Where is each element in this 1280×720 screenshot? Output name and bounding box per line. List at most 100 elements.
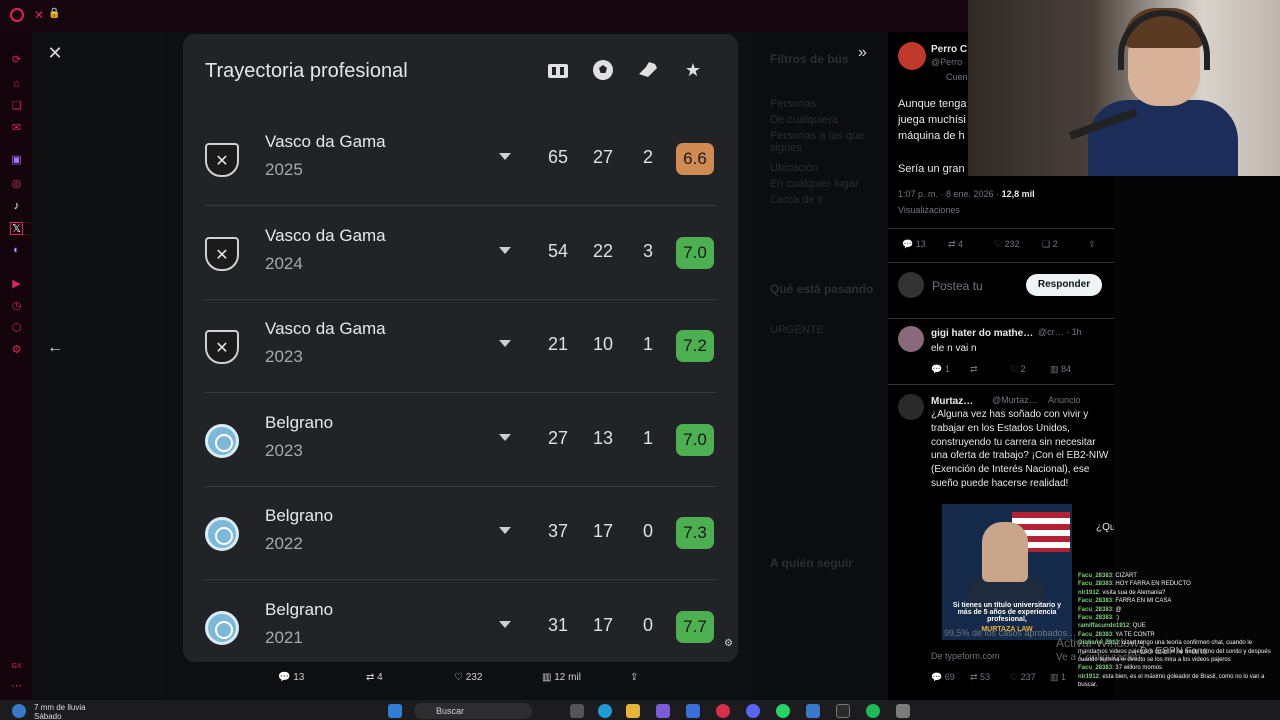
x-twitter-icon[interactable]: 𝕏 — [10, 222, 23, 235]
ad-replies[interactable]: 💬 69 — [931, 672, 955, 683]
taskbar-search[interactable]: Buscar — [414, 703, 532, 719]
like-count[interactable]: ♡ 232 — [454, 672, 482, 683]
career-row[interactable]: Belgrano 2021 31 17 0 7.7 — [183, 581, 738, 662]
settings-icon[interactable]: ⚙ — [10, 344, 23, 357]
opera-gx-icon[interactable] — [716, 704, 730, 718]
tweet-replies[interactable]: 💬 13 — [902, 239, 926, 250]
team-name: Vasco da Gama — [265, 132, 386, 151]
aria-icon[interactable]: ⌂ — [10, 78, 23, 91]
chat-message: nlr1912: visita sua de Alemania? — [1078, 589, 1280, 597]
windows-start-icon[interactable] — [388, 704, 402, 718]
tweet-likes[interactable]: ♡ 232 — [994, 239, 1020, 250]
reply-likes[interactable]: ♡ 2 — [1010, 364, 1026, 375]
chat-text: : 37 willoro momos — [1112, 665, 1163, 672]
reply-count[interactable]: 💬 13 — [278, 672, 304, 683]
expand-caret-icon[interactable] — [499, 433, 511, 441]
settings-app-icon[interactable] — [896, 704, 910, 718]
gx-icon[interactable]: GX — [10, 660, 23, 673]
expand-icon[interactable]: » — [858, 44, 867, 62]
career-row[interactable]: Belgrano 2022 37 17 0 7.3 — [183, 487, 738, 581]
discord-taskbar-icon[interactable] — [746, 704, 760, 718]
author-handle[interactable]: @Perro — [931, 57, 962, 67]
history-icon[interactable]: ◷ — [10, 300, 23, 313]
webcam-shirt — [1088, 100, 1238, 176]
you-follow-option[interactable]: Personas a las que sigues — [770, 130, 888, 154]
tweet-share-icon[interactable]: ⇪ — [1088, 239, 1096, 250]
ad-likes[interactable]: ♡ 237 — [1010, 672, 1036, 683]
reply-avatar[interactable] — [898, 326, 924, 352]
ad-domain[interactable]: De typeform.com — [931, 651, 1000, 661]
file-explorer-icon[interactable] — [626, 704, 640, 718]
team-name: Belgrano — [265, 412, 334, 432]
filters-heading: Filtros de bús — [770, 52, 849, 66]
edge-icon[interactable] — [598, 704, 612, 718]
task-view-icon[interactable] — [570, 704, 584, 718]
season-year: 2022 — [265, 534, 303, 554]
club-crest-icon — [205, 423, 239, 458]
whatsapp-icon[interactable] — [776, 704, 790, 718]
career-row[interactable]: Vasco da Gama 2024 54 22 3 7.0 — [183, 207, 738, 300]
reply-views[interactable]: ▥ 84 — [1050, 364, 1071, 375]
divider — [888, 228, 1114, 229]
settings-gear-icon[interactable]: ⚙ — [724, 638, 733, 649]
reply-replies[interactable]: 💬 1 — [931, 364, 950, 375]
obs-icon[interactable] — [836, 704, 850, 718]
tweet-retweets-value: 4 — [958, 239, 964, 249]
chat-username: Facu_28383 — [1078, 615, 1113, 622]
twitch-icon[interactable]: ▣ — [10, 154, 23, 167]
career-row[interactable]: Vasco da Gama 2023 21 10 1 7.2 — [183, 300, 738, 394]
tweet-text-line4: Sería un gran — [898, 163, 965, 175]
mail-icon[interactable]: ✉ — [10, 122, 23, 135]
reply-retweet-icon[interactable]: ⇄ — [970, 364, 978, 375]
career-row[interactable]: Belgrano 2023 27 13 1 7.0 — [183, 394, 738, 487]
tweet-retweets[interactable]: ⇄ 4 — [948, 239, 963, 250]
reply-input[interactable]: Postea tu — [932, 279, 983, 294]
reply-text: ele n vai n — [931, 343, 977, 354]
player-icon[interactable]: ▶ — [10, 278, 23, 291]
extensions-icon[interactable]: ⬡ — [10, 322, 23, 335]
weather-icon[interactable] — [12, 704, 26, 718]
reply-author[interactable]: gigi hater do mathe… — [931, 326, 1033, 341]
view-count-value: 12 mil — [554, 672, 581, 683]
from-anyone-option[interactable]: De cualquiera — [770, 114, 838, 126]
near-you-option[interactable]: Cerca de ti — [770, 194, 823, 206]
opera-logo-icon[interactable] — [10, 8, 24, 22]
rating-badge: 7.7 — [676, 611, 714, 643]
ad-author[interactable]: Murtaz… — [931, 394, 973, 409]
spotify-icon[interactable] — [866, 704, 880, 718]
ad-retweets[interactable]: ⇄ 53 — [970, 672, 990, 683]
retweet-count[interactable]: ⇄ 4 — [366, 672, 383, 683]
ad-avatar[interactable] — [898, 394, 924, 420]
close-icon[interactable]: ✕ — [46, 44, 64, 62]
back-arrow-icon[interactable]: ← — [46, 339, 64, 357]
tiktok-icon[interactable]: ♪ — [10, 200, 23, 213]
expand-caret-icon[interactable] — [499, 621, 511, 628]
season-year: 2021 — [265, 628, 303, 647]
copilot-icon[interactable] — [656, 704, 670, 718]
author-avatar[interactable] — [898, 42, 926, 70]
more-icon[interactable]: ⋯ — [10, 680, 23, 693]
ad-image[interactable]: Si tienes un título universitario y más … — [942, 504, 1072, 640]
weather-widget[interactable]: 7 mm de lluvia Sábado — [34, 703, 86, 720]
store-icon[interactable] — [686, 704, 700, 718]
reply-button[interactable]: Responder — [1026, 274, 1102, 296]
expand-caret-icon[interactable] — [499, 153, 511, 160]
anywhere-option[interactable]: En cualquier lugar — [770, 178, 859, 190]
instagram-icon[interactable]: ◎ — [10, 178, 23, 191]
tab-close-icon[interactable]: ✕ — [34, 8, 44, 22]
ad-views[interactable]: ▥ 1 — [1050, 672, 1066, 683]
expand-caret-icon[interactable] — [499, 527, 511, 535]
share-icon[interactable]: ⇪ — [630, 672, 638, 683]
expand-caret-icon[interactable] — [499, 246, 511, 254]
tweet-bookmarks[interactable]: ❏ 2 — [1042, 239, 1058, 250]
refresh-icon[interactable]: ⟳ — [10, 54, 23, 67]
career-row[interactable]: Vasco da Gama 2025 65 27 2 6.6 — [183, 113, 738, 206]
author-name[interactable]: Perro C — [931, 42, 967, 57]
weather-text: 7 mm de lluvia — [34, 703, 86, 712]
expand-caret-icon[interactable] — [499, 340, 511, 348]
view-count[interactable]: ▥ 12 mil — [542, 672, 581, 683]
bookmark-icon[interactable]: ❏ — [10, 100, 23, 113]
discord-icon[interactable]: ◐ — [10, 244, 23, 257]
app-icon[interactable] — [806, 704, 820, 718]
assists-value: 3 — [642, 240, 653, 261]
